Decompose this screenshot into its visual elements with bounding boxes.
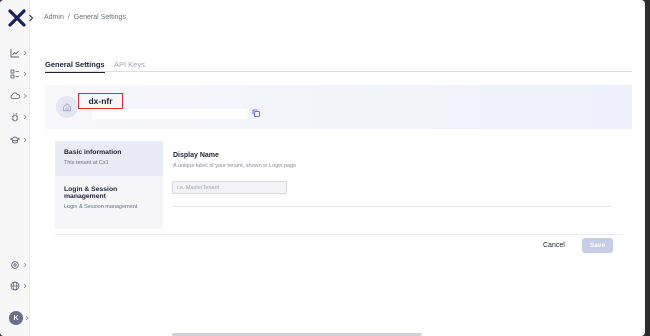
cloud-icon (10, 92, 20, 99)
cancel-button[interactable]: Cancel (543, 242, 565, 249)
tab-general-settings[interactable]: General Settings (45, 60, 105, 73)
chevron-right-icon (23, 137, 27, 143)
tenant-id-field (92, 109, 247, 119)
tab-api-keys[interactable]: API Keys (114, 60, 145, 69)
settings-icon (11, 261, 19, 269)
section-subtitle: This tenant at Cx1 (64, 160, 109, 166)
sidebar-item-settings[interactable] (10, 259, 32, 271)
breadcrumb: Admin / General Settings (44, 14, 126, 21)
sidebar-item-analytics[interactable] (10, 47, 32, 59)
chart-icon (10, 49, 19, 58)
sidebar: K (0, 0, 34, 336)
section-subtitle: Login & Session management (64, 204, 138, 210)
chevron-right-icon (23, 71, 27, 77)
chevron-right-icon (23, 114, 27, 120)
tenant-banner: dx-nfr (45, 85, 632, 129)
display-name-description: A unique label of your tenant, shown in … (173, 163, 297, 169)
section-nav: Basic information This tenant at Cx1 Log… (55, 141, 163, 229)
avatar[interactable]: K (9, 311, 23, 325)
basic-information-form: Display Name A unique label of your tena… (172, 141, 622, 211)
form-footer: Cancel Save (55, 234, 622, 258)
chevron-right-icon[interactable] (25, 315, 29, 321)
section-title: Basic information (64, 149, 122, 156)
sidebar-item-security[interactable] (10, 111, 32, 123)
globe-icon (10, 281, 20, 291)
sidebar-item-globe[interactable] (10, 280, 32, 292)
chevron-right-icon (23, 50, 27, 56)
chevron-right-icon (23, 262, 27, 268)
tenant-home-icon (56, 96, 78, 118)
graduation-cap-icon (10, 136, 20, 144)
window-edge (645, 0, 650, 336)
bug-icon (11, 113, 19, 122)
chevron-right-icon[interactable] (28, 14, 34, 22)
app-window: K Admin / General Settings General Setti… (0, 0, 645, 336)
display-name-input[interactable]: i.e. MasterTenant (172, 181, 287, 194)
logo-icon[interactable] (8, 9, 26, 27)
sidebar-item-learning[interactable] (10, 134, 32, 146)
copy-icon[interactable] (252, 109, 260, 117)
breadcrumb-admin[interactable]: Admin (44, 14, 64, 21)
settings-tabs: General Settings API Keys (45, 58, 632, 73)
breadcrumb-current: General Settings (73, 14, 126, 21)
sidebar-item-cloud[interactable] (10, 90, 32, 102)
sidebar-item-list[interactable] (10, 68, 32, 80)
section-basic-information[interactable]: Basic information This tenant at Cx1 (55, 141, 163, 176)
breadcrumb-separator: / (67, 14, 70, 21)
chevron-right-icon (23, 93, 27, 99)
divider (172, 206, 612, 207)
display-name-label: Display Name (173, 152, 219, 159)
settings-panel: Basic information This tenant at Cx1 Log… (55, 141, 622, 258)
section-title: Login & Session management (64, 186, 118, 200)
tenant-name: dx-nfr (78, 93, 123, 109)
list-icon (10, 69, 19, 79)
save-button[interactable]: Save (582, 238, 613, 253)
chevron-right-icon (23, 283, 27, 289)
section-login-session[interactable]: Login & Session management Login & Sessi… (55, 178, 163, 218)
